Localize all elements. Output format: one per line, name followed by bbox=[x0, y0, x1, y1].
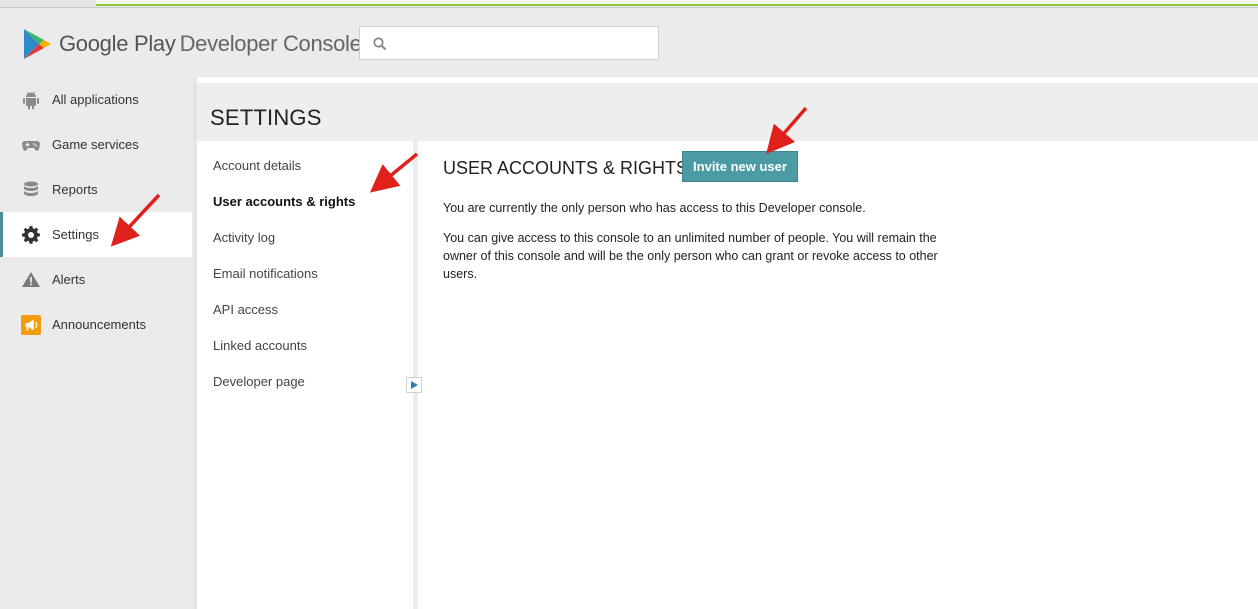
sidebar-item-label: All applications bbox=[52, 92, 139, 107]
google-play-logo-icon bbox=[24, 29, 51, 59]
search-icon bbox=[373, 37, 387, 51]
triangle-right-icon bbox=[411, 381, 418, 389]
page-title: SETTINGS bbox=[210, 105, 322, 130]
sidebar-item-all-applications[interactable]: All applications bbox=[0, 77, 192, 122]
gamepad-icon bbox=[20, 134, 42, 156]
sidebar-item-alerts[interactable]: Alerts bbox=[0, 257, 192, 302]
collapse-subnav-button[interactable] bbox=[406, 377, 422, 393]
search-input[interactable] bbox=[359, 26, 659, 60]
sidebar-item-settings[interactable]: Settings bbox=[0, 212, 192, 257]
section-title: USER ACCOUNTS & RIGHTS bbox=[443, 158, 689, 178]
settings-panel: SETTINGS Account details User accounts &… bbox=[193, 77, 1258, 609]
subnav-item-api-access[interactable]: API access bbox=[197, 291, 413, 327]
warning-icon bbox=[20, 269, 42, 291]
access-info-text: You are currently the only person who ha… bbox=[443, 201, 866, 215]
subnav-item-linked-accounts[interactable]: Linked accounts bbox=[197, 327, 413, 363]
settings-header: SETTINGS bbox=[197, 83, 1258, 141]
sidebar-item-announcements[interactable]: Announcements bbox=[0, 302, 192, 347]
subnav-item-email-notifications[interactable]: Email notifications bbox=[197, 255, 413, 291]
sidebar-item-label: Settings bbox=[52, 227, 99, 242]
subnav-item-account-details[interactable]: Account details bbox=[197, 147, 413, 183]
gear-icon bbox=[20, 224, 42, 246]
sidebar-item-label: Game services bbox=[52, 137, 139, 152]
sidebar-item-label: Announcements bbox=[52, 317, 146, 332]
subnav-item-activity-log[interactable]: Activity log bbox=[197, 219, 413, 255]
sidebar: All applications Game services Reports S… bbox=[0, 77, 192, 347]
settings-subnav: Account details User accounts & rights A… bbox=[197, 141, 418, 609]
database-icon bbox=[20, 179, 42, 201]
invite-new-user-button[interactable]: Invite new user bbox=[682, 151, 798, 182]
sidebar-item-label: Alerts bbox=[52, 272, 86, 287]
android-icon bbox=[20, 89, 42, 111]
access-description-text: You can give access to this console to a… bbox=[443, 231, 938, 281]
app-title: Google Play Developer Console bbox=[59, 31, 362, 56]
sidebar-item-game-services[interactable]: Game services bbox=[0, 122, 192, 167]
megaphone-icon bbox=[20, 314, 42, 336]
browser-url-bar-edge bbox=[96, 0, 1258, 6]
browser-top-strip bbox=[0, 0, 1258, 8]
sidebar-item-label: Reports bbox=[52, 182, 98, 197]
sidebar-item-reports[interactable]: Reports bbox=[0, 167, 192, 212]
app-logo[interactable]: Google Play Developer Console bbox=[22, 27, 362, 61]
subnav-item-user-accounts[interactable]: User accounts & rights bbox=[197, 183, 413, 219]
subnav-item-developer-page[interactable]: Developer page bbox=[197, 363, 413, 399]
